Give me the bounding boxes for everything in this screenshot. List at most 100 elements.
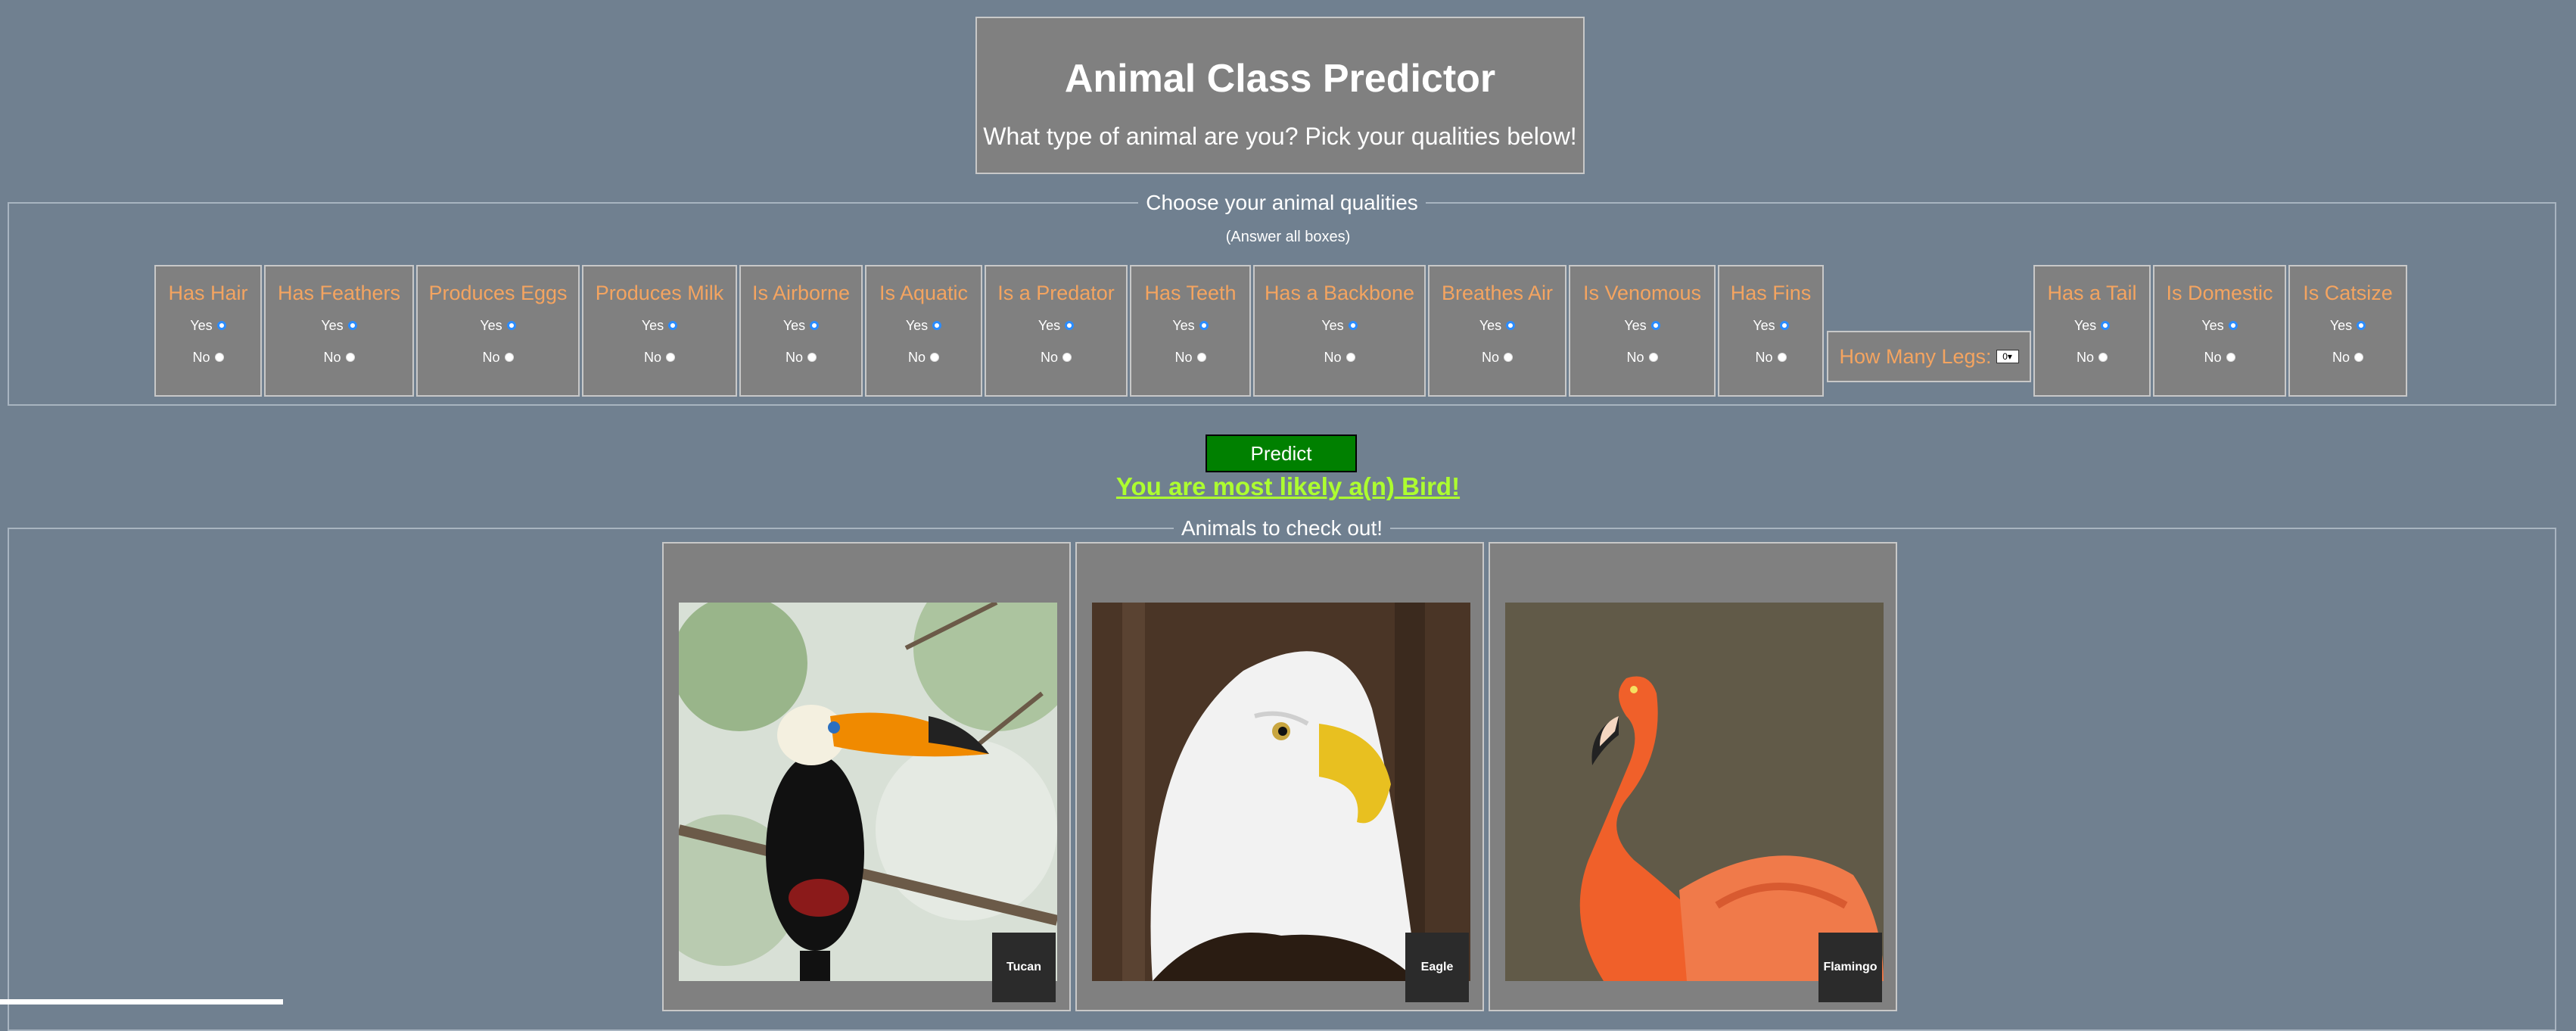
yes-option[interactable]: Yes <box>1570 317 1714 334</box>
header-panel: Animal Class Predictor What type of anim… <box>975 17 1585 174</box>
no-radio[interactable] <box>1504 353 1513 362</box>
yes-option[interactable]: Yes <box>583 317 736 334</box>
no-option[interactable]: No <box>2154 349 2285 366</box>
yes-option[interactable]: Yes <box>741 317 861 334</box>
animal-card-eagle: Eagle <box>1075 542 1484 1011</box>
legs-select[interactable]: 0 ▾ <box>1996 350 2019 363</box>
quality-label: Produces Eggs <box>428 282 568 304</box>
quality-has-a-tail: Has a Tail Yes No <box>2033 265 2151 397</box>
quality-has-feathers: Has Feathers Yes No <box>264 265 414 397</box>
animals-legend: Animals to check out! <box>1181 516 1383 540</box>
yes-option[interactable]: Yes <box>986 317 1126 334</box>
quality-has-fins: Has Fins Yes No <box>1718 265 1824 397</box>
no-radio[interactable] <box>2354 353 2363 362</box>
yes-option[interactable]: Yes <box>1255 317 1424 334</box>
quality-label: Is Airborne <box>751 282 851 304</box>
quality-has-hair: Has Hair Yes No <box>154 265 262 397</box>
no-option[interactable]: No <box>1570 349 1714 366</box>
quality-label: Is Venomous <box>1582 282 1702 304</box>
quality-is-a-predator: Is a Predator Yes No <box>985 265 1128 397</box>
no-radio[interactable] <box>1346 353 1355 362</box>
no-radio[interactable] <box>345 353 355 362</box>
yes-option[interactable]: Yes <box>2290 317 2406 334</box>
page-subtitle: What type of animal are you? Pick your q… <box>983 123 1577 150</box>
yes-option[interactable]: Yes <box>266 317 412 334</box>
legs-box: How Many Legs: 0 ▾ <box>1827 331 2031 382</box>
answer-note: (Answer all boxes) <box>1225 229 1351 245</box>
yes-option[interactable]: Yes <box>1719 317 1822 334</box>
no-option[interactable]: No <box>1131 349 1249 366</box>
yes-radio[interactable] <box>810 321 820 330</box>
no-radio[interactable] <box>807 353 817 362</box>
yes-option[interactable]: Yes <box>1430 317 1565 334</box>
yes-radio[interactable] <box>2101 321 2111 330</box>
no-option[interactable]: No <box>866 349 981 366</box>
no-option[interactable]: No <box>266 349 412 366</box>
no-option[interactable]: No <box>2035 349 2149 366</box>
no-radio[interactable] <box>504 353 514 362</box>
no-option[interactable]: No <box>418 349 578 366</box>
flamingo-caption: Flamingo <box>1818 933 1882 1002</box>
legs-label: How Many Legs: <box>1839 344 1992 368</box>
yes-radio[interactable] <box>668 321 678 330</box>
tucan-caption: Tucan <box>992 933 1056 1002</box>
no-radio[interactable] <box>2226 353 2235 362</box>
tucan-image <box>679 603 1057 981</box>
no-option[interactable]: No <box>2290 349 2406 366</box>
quality-has-teeth: Has Teeth Yes No <box>1130 265 1251 397</box>
quality-label: Breathes Air <box>1441 282 1554 304</box>
qualities-legend: Choose your animal qualities <box>1146 191 1418 214</box>
no-option[interactable]: No <box>1255 349 1424 366</box>
no-option[interactable]: No <box>583 349 736 366</box>
yes-radio[interactable] <box>347 321 357 330</box>
quality-has-a-backbone: Has a Backbone Yes No <box>1253 265 1426 397</box>
predict-button[interactable]: Predict <box>1206 435 1357 472</box>
no-option[interactable]: No <box>1719 349 1822 366</box>
quality-label: Is Aquatic <box>879 282 969 304</box>
flamingo-image <box>1505 603 1884 981</box>
no-option[interactable]: No <box>156 349 260 366</box>
quality-breathes-air: Breathes Air Yes No <box>1428 265 1566 397</box>
horizontal-scrollbar[interactable] <box>0 999 283 1005</box>
no-radio[interactable] <box>930 353 939 362</box>
yes-radio[interactable] <box>1348 321 1358 330</box>
no-radio[interactable] <box>214 353 224 362</box>
yes-option[interactable]: Yes <box>866 317 981 334</box>
no-option[interactable]: No <box>1430 349 1565 366</box>
prediction-result: You are most likely a(n) Bird! <box>1115 472 1461 500</box>
yes-option[interactable]: Yes <box>2154 317 2285 334</box>
no-radio[interactable] <box>666 353 675 362</box>
yes-radio[interactable] <box>1779 321 1789 330</box>
no-option[interactable]: No <box>741 349 861 366</box>
yes-option[interactable]: Yes <box>418 317 578 334</box>
yes-option[interactable]: Yes <box>156 317 260 334</box>
no-radio[interactable] <box>2098 353 2108 362</box>
quality-label: Is Catsize <box>2303 282 2393 304</box>
eagle-image <box>1092 603 1470 981</box>
quality-label: Has Teeth <box>1144 282 1237 304</box>
quality-is-catsize: Is Catsize Yes No <box>2288 265 2407 397</box>
no-radio[interactable] <box>1648 353 1658 362</box>
no-radio[interactable] <box>1062 353 1072 362</box>
yes-radio[interactable] <box>1650 321 1660 330</box>
animal-card-flamingo: Flamingo <box>1489 542 1897 1011</box>
yes-option[interactable]: Yes <box>1131 317 1249 334</box>
yes-radio[interactable] <box>1506 321 1516 330</box>
yes-radio[interactable] <box>2228 321 2238 330</box>
quality-is-airborne: Is Airborne Yes No <box>739 265 863 397</box>
yes-radio[interactable] <box>1199 321 1209 330</box>
no-radio[interactable] <box>1777 353 1787 362</box>
yes-radio[interactable] <box>1065 321 1075 330</box>
no-radio[interactable] <box>1196 353 1206 362</box>
quality-produces-milk: Produces Milk Yes No <box>582 265 737 397</box>
no-option[interactable]: No <box>986 349 1126 366</box>
yes-radio[interactable] <box>2357 321 2366 330</box>
quality-label: Is a Predator <box>997 282 1115 304</box>
page-title: Animal Class Predictor <box>1064 57 1496 101</box>
yes-radio[interactable] <box>216 321 226 330</box>
quality-label: Has Feathers <box>277 282 401 304</box>
yes-option[interactable]: Yes <box>2035 317 2149 334</box>
yes-radio[interactable] <box>932 321 942 330</box>
yes-radio[interactable] <box>506 321 516 330</box>
quality-label: Has Hair <box>168 282 248 304</box>
